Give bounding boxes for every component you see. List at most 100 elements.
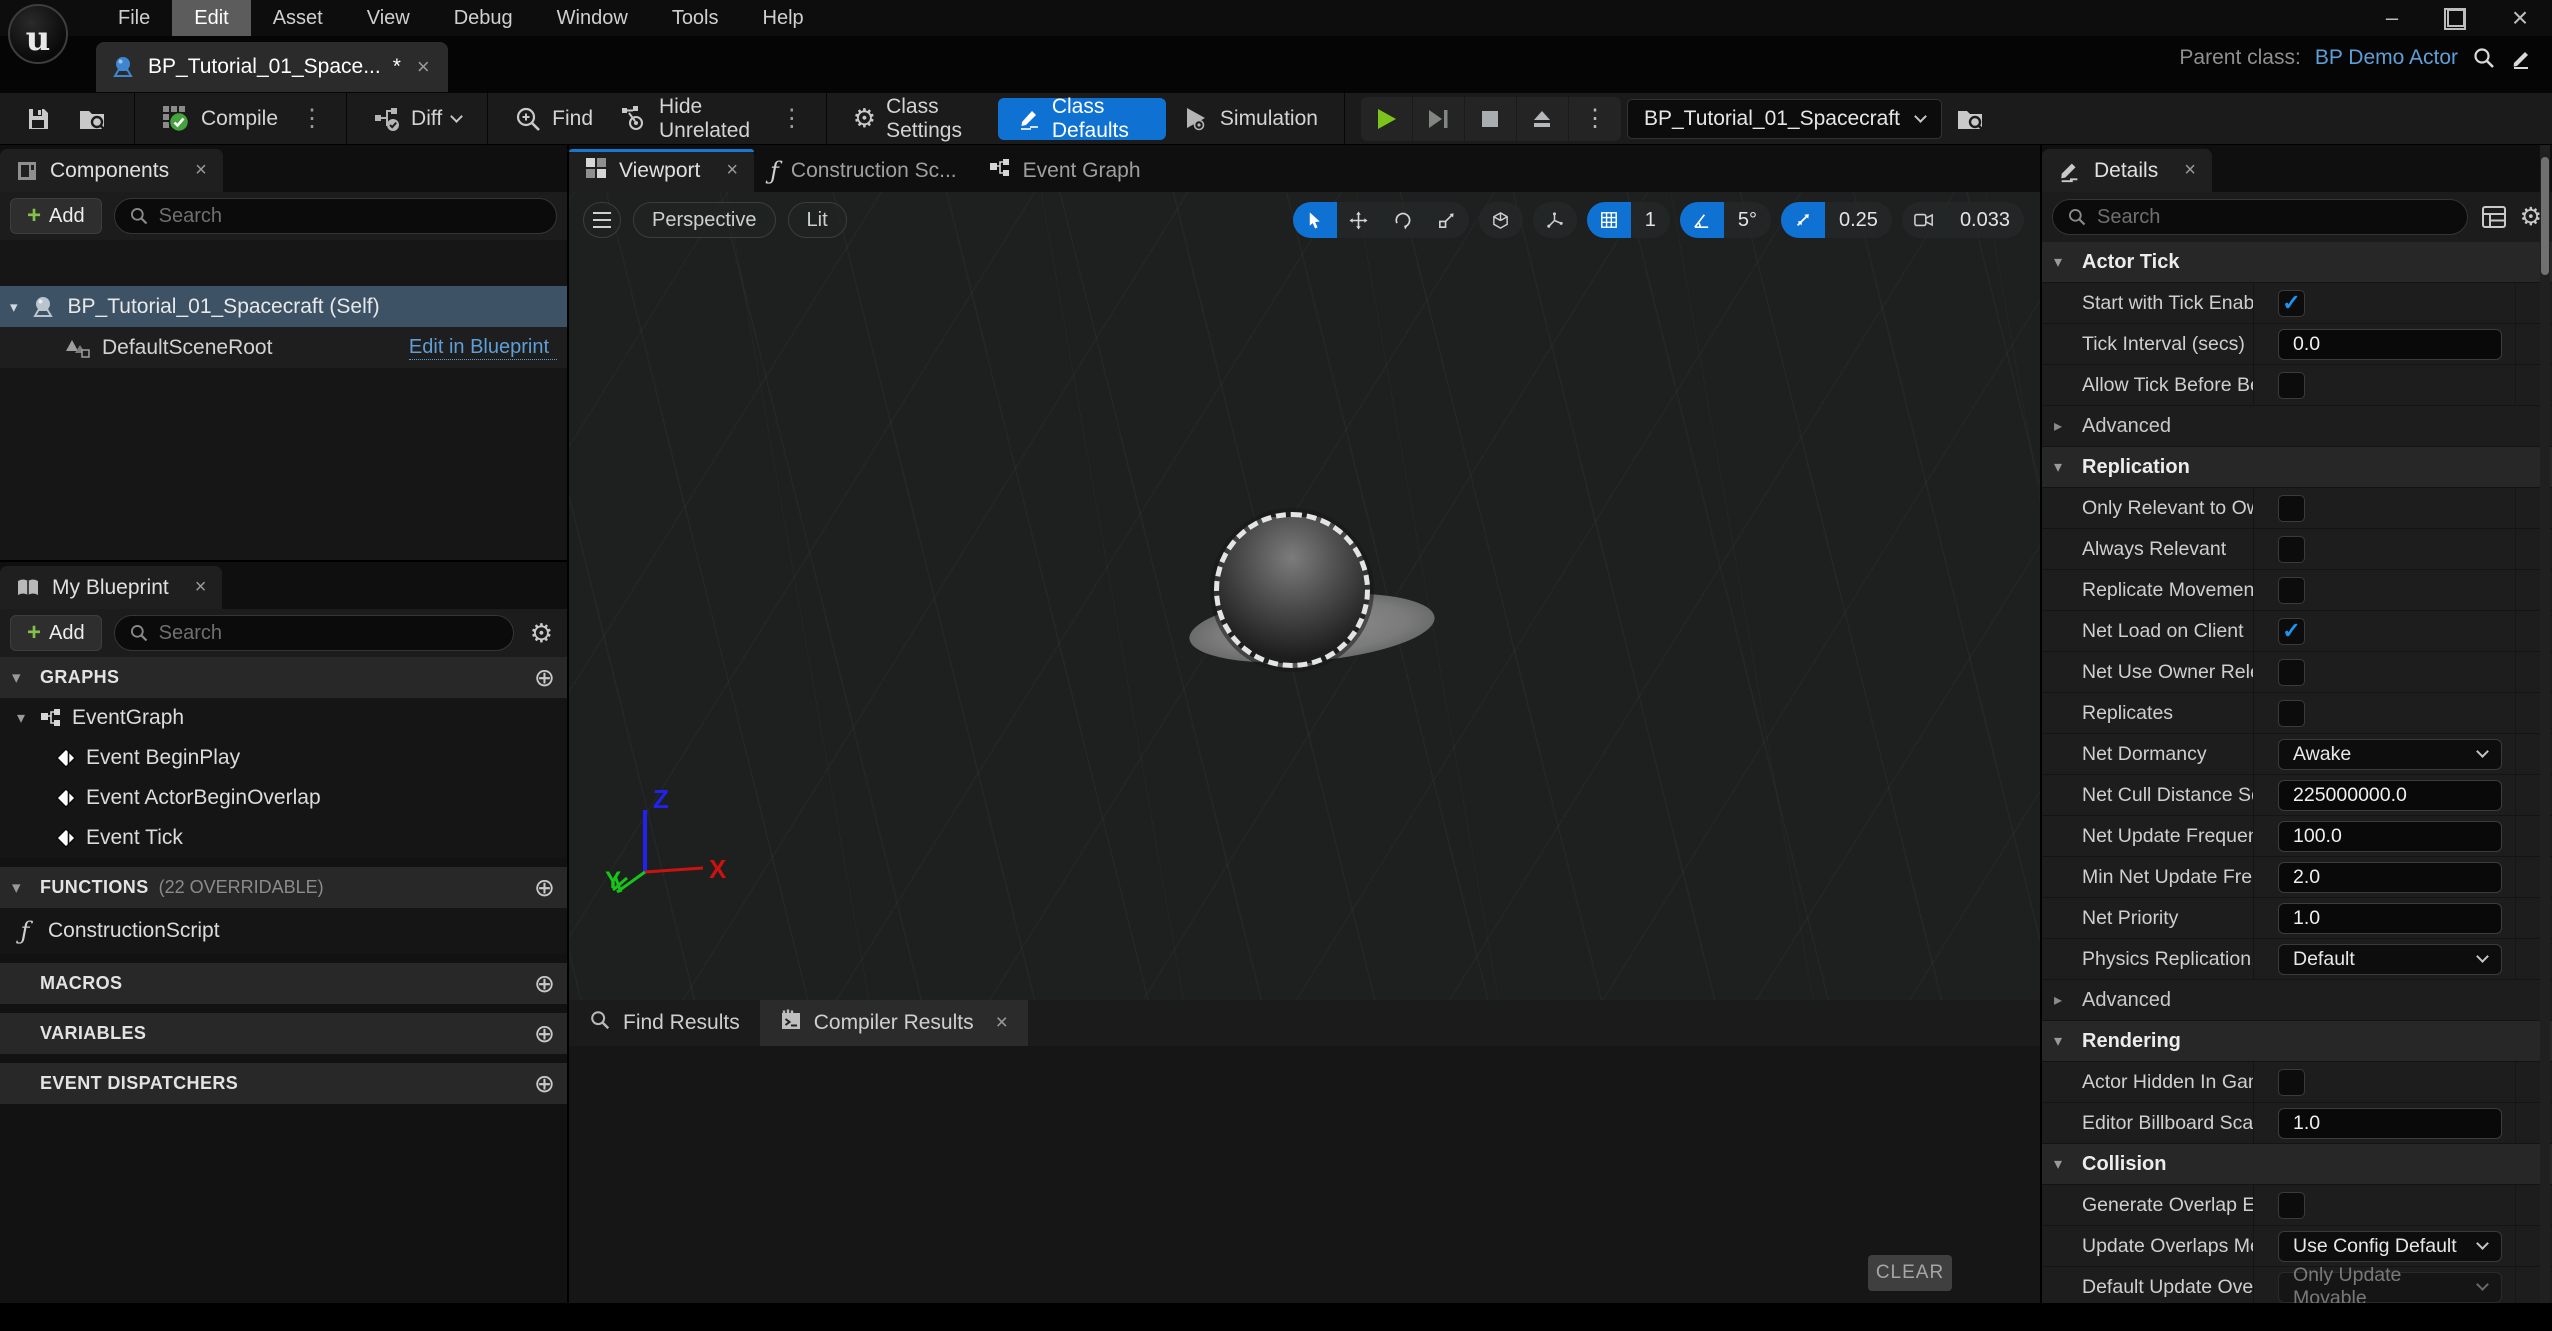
tab-close-icon[interactable]: × (195, 576, 207, 599)
dropdown-update-overlaps-met[interactable]: Use Config Default (2278, 1231, 2502, 1262)
checkbox-actor-hidden-in-game[interactable] (2278, 1069, 2305, 1096)
viewport[interactable]: Perspective Lit (569, 192, 2040, 1000)
add-component-button[interactable]: + Add (10, 198, 102, 234)
tab-close-icon[interactable]: × (2184, 159, 2196, 182)
surface-snap-button[interactable] (1533, 202, 1577, 238)
simulation-button[interactable]: Simulation (1172, 98, 1328, 140)
add-blueprint-item-button[interactable]: + Add (10, 615, 102, 651)
add-circle-icon[interactable]: ⊕ (534, 873, 555, 903)
angle-snap-button[interactable] (1680, 202, 1724, 238)
details-section-replication[interactable]: ▾Replication (2042, 447, 2552, 488)
find-button[interactable]: Find (504, 98, 603, 140)
add-circle-icon[interactable]: ⊕ (534, 1019, 555, 1049)
section-variables[interactable]: VARIABLES ⊕ (0, 1013, 567, 1054)
details-collapsed-advanced[interactable]: ▸Advanced (2042, 406, 2552, 447)
details-search[interactable] (2052, 199, 2468, 235)
event-item-event-tick[interactable]: Event Tick (0, 818, 567, 858)
add-circle-icon[interactable]: ⊕ (534, 969, 555, 999)
play-button[interactable] (1361, 97, 1413, 141)
details-scrollbar[interactable] (2540, 145, 2550, 1303)
menu-edit[interactable]: Edit (172, 0, 250, 36)
parent-class-link[interactable]: BP Demo Actor (2315, 46, 2458, 70)
components-search-input[interactable] (159, 205, 542, 228)
tab-close-icon[interactable]: × (195, 159, 207, 182)
eject-button[interactable] (1517, 97, 1569, 141)
hide-unrelated-kebab[interactable]: ⋮ (774, 104, 810, 133)
minimize-button[interactable]: – (2360, 0, 2424, 36)
my-blueprint-search[interactable] (114, 615, 514, 651)
blueprint-settings-gear-icon[interactable]: ⚙ (526, 618, 557, 649)
menu-tools[interactable]: Tools (650, 0, 741, 36)
input-net-cull-distance-squ[interactable]: 225000000.0 (2278, 780, 2502, 811)
tab-compiler-results[interactable]: Compiler Results × (760, 1000, 1028, 1046)
edit-pencil-icon[interactable] (2510, 46, 2534, 70)
play-options-kebab[interactable]: ⋮ (1569, 97, 1621, 141)
clear-button[interactable]: CLEAR (1868, 1255, 1952, 1291)
add-circle-icon[interactable]: ⊕ (534, 663, 555, 693)
menu-help[interactable]: Help (741, 0, 826, 36)
tab-details[interactable]: Details × (2042, 149, 2212, 192)
coordinate-space-button[interactable] (1479, 202, 1523, 238)
section-macros[interactable]: MACROS ⊕ (0, 963, 567, 1004)
checkbox-replicates[interactable] (2278, 700, 2305, 727)
camera-speed-value[interactable]: 0.033 (1946, 202, 2024, 238)
input-editor-billboard-scale[interactable]: 1.0 (2278, 1108, 2502, 1139)
event-item-event-beginplay[interactable]: Event BeginPlay (0, 738, 567, 778)
section-event-dispatchers[interactable]: EVENT DISPATCHERS ⊕ (0, 1063, 567, 1104)
details-settings-gear-icon[interactable]: ⚙ (2520, 202, 2542, 232)
graph-item-eventgraph[interactable]: ▾ EventGraph (0, 698, 567, 738)
class-defaults-button[interactable]: Class Defaults (998, 98, 1166, 140)
checkbox-net-load-on-client[interactable]: ✓ (2278, 618, 2305, 645)
my-blueprint-search-input[interactable] (159, 622, 499, 645)
checkbox-only-relevant-to-owner[interactable] (2278, 495, 2305, 522)
tab-close-icon[interactable]: × (726, 159, 738, 182)
stop-button[interactable] (1465, 97, 1517, 141)
compile-button[interactable]: Compile (151, 98, 288, 140)
dropdown-net-dormancy[interactable]: Awake (2278, 739, 2502, 770)
frame-skip-button[interactable] (1413, 97, 1465, 141)
rotate-tool-button[interactable] (1381, 202, 1425, 238)
close-button[interactable]: × (2488, 0, 2552, 36)
grid-snap-value[interactable]: 1 (1631, 202, 1670, 238)
function-item-constructionscript[interactable]: ƒ ConstructionScript (0, 908, 567, 954)
asset-tab[interactable]: BP_Tutorial_01_Space... * × (96, 42, 448, 92)
debug-object-dropdown[interactable]: BP_Tutorial_01_Spacecraft (1627, 99, 1942, 139)
details-section-collision[interactable]: ▾Collision (2042, 1144, 2552, 1185)
lit-dropdown[interactable]: Lit (788, 202, 847, 238)
details-section-actor-tick[interactable]: ▾Actor Tick (2042, 242, 2552, 283)
angle-snap-value[interactable]: 5° (1724, 202, 1771, 238)
save-button[interactable] (14, 98, 62, 140)
scale-snap-value[interactable]: 0.25 (1825, 202, 1892, 238)
section-functions[interactable]: ▾ FUNCTIONS (22 OVERRIDABLE) ⊕ (0, 867, 567, 908)
add-circle-icon[interactable]: ⊕ (534, 1069, 555, 1099)
grid-snap-button[interactable] (1587, 202, 1631, 238)
menu-asset[interactable]: Asset (251, 0, 345, 36)
checkbox-replicate-movement[interactable] (2278, 577, 2305, 604)
scrollbar-thumb[interactable] (2541, 157, 2549, 275)
scale-snap-button[interactable] (1781, 202, 1825, 238)
edit-in-blueprint-link[interactable]: Edit in Blueprint (409, 336, 557, 360)
details-collapsed-advanced[interactable]: ▸Advanced (2042, 980, 2552, 1021)
browse-debug-icon[interactable] (1956, 105, 1986, 133)
tab-components[interactable]: Components × (0, 149, 223, 192)
checkbox-start-with-tick-enabled[interactable]: ✓ (2278, 290, 2305, 317)
select-tool-button[interactable] (1293, 202, 1337, 238)
perspective-dropdown[interactable]: Perspective (633, 202, 776, 238)
restore-button[interactable] (2424, 0, 2488, 36)
component-row[interactable]: DefaultSceneRoot Edit in Blueprint (0, 327, 567, 368)
components-search[interactable] (114, 198, 557, 234)
asset-tab-close-icon[interactable]: × (417, 54, 430, 80)
camera-speed-group[interactable]: 0.033 (1902, 202, 2024, 238)
input-net-update-frequency[interactable]: 100.0 (2278, 821, 2502, 852)
menu-debug[interactable]: Debug (432, 0, 535, 36)
selected-sphere-actor[interactable] (1214, 512, 1370, 668)
section-graphs[interactable]: ▾ GRAPHS ⊕ (0, 657, 567, 698)
viewport-menu-button[interactable] (583, 202, 621, 238)
move-tool-button[interactable] (1337, 202, 1381, 238)
input-net-priority[interactable]: 1.0 (2278, 903, 2502, 934)
menu-file[interactable]: File (96, 0, 172, 36)
details-section-rendering[interactable]: ▾Rendering (2042, 1021, 2552, 1062)
search-icon[interactable] (2472, 46, 2496, 70)
input-min-net-update-freq[interactable]: 2.0 (2278, 862, 2502, 893)
tab-find-results[interactable]: Find Results (569, 1000, 760, 1046)
